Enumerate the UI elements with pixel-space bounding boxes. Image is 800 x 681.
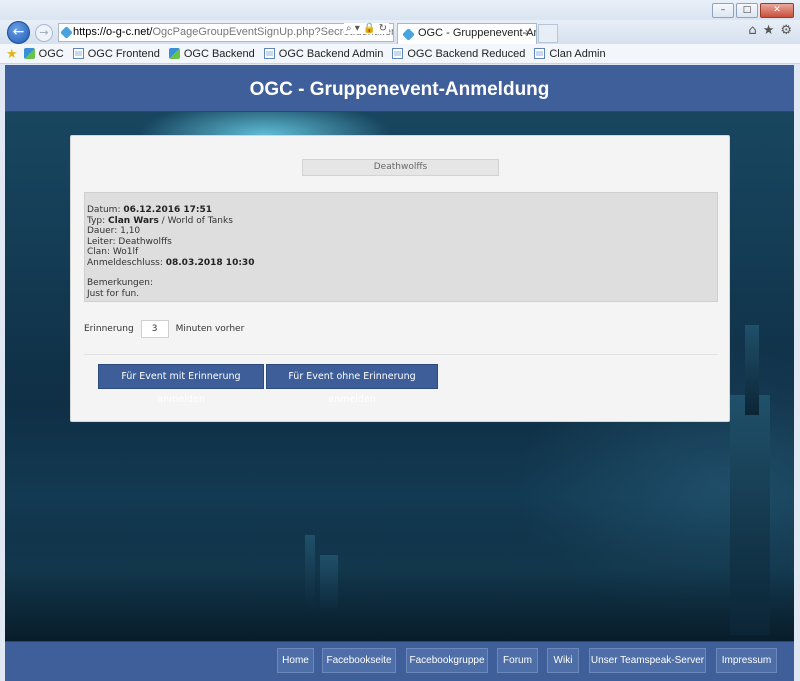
arrow-right-icon: → — [39, 26, 49, 39]
info-bemerkungen-label: Bemerkungen: — [87, 278, 154, 288]
favorite-ogc[interactable]: OGC — [23, 47, 64, 60]
favorites-star-icon[interactable]: ★ — [763, 23, 775, 38]
event-info-box: Datum: 06.12.2016 17:51 Typ: Clan Wars /… — [84, 192, 718, 302]
divider — [84, 354, 718, 355]
reminder-label: Erinnerung — [84, 324, 134, 334]
page-icon — [72, 48, 84, 59]
footer-link-home[interactable]: Home — [277, 648, 314, 673]
favorite-ogc-frontend[interactable]: OGC Frontend — [72, 47, 160, 60]
info-datum: Datum: 06.12.2016 17:51 — [87, 205, 213, 215]
group-name: Deathwolffs — [302, 159, 499, 176]
page-header: OGC - Gruppenevent-Anmeldung — [5, 65, 794, 112]
page-icon — [392, 48, 404, 59]
page-title: OGC - Gruppenevent-Anmeldung — [249, 79, 550, 100]
footer-link-teamspeak[interactable]: Unser Teamspeak-Server — [589, 648, 706, 673]
footer-link-facebookseite[interactable]: Facebookseite — [322, 648, 396, 673]
favorite-label: OGC — [38, 47, 64, 60]
info-dauer: Dauer: 1,10 — [87, 226, 141, 236]
minimize-button[interactable]: – — [712, 3, 734, 18]
settings-gear-icon[interactable]: ⚙ — [780, 23, 792, 38]
footer-link-forum[interactable]: Forum — [497, 648, 538, 673]
signup-with-reminder-button[interactable]: Für Event mit Erinnerung anmelden — [98, 364, 264, 405]
add-favorite-star-icon[interactable]: ★ — [6, 46, 18, 62]
favorite-clan-admin[interactable]: Clan Admin — [534, 47, 606, 60]
browser-tab[interactable]: OGC - Gruppenevent-Anm... × — [397, 23, 537, 44]
info-typ: Typ: Clan Wars / World of Tanks — [87, 215, 233, 226]
favorite-ogc-backend-admin[interactable]: OGC Backend Admin — [263, 47, 384, 60]
page-icon — [263, 48, 275, 59]
page-icon — [534, 48, 546, 59]
browser-navbar: ← → https://o-g-c.net/OgcPageGroupEventS… — [0, 20, 800, 44]
footer-link-wiki[interactable]: Wiki — [547, 648, 579, 673]
reminder-row: Erinnerung Minuten vorher — [84, 320, 244, 338]
background-cityscape — [5, 521, 794, 641]
favorite-label: OGC Backend Reduced — [407, 47, 526, 60]
close-window-button[interactable]: ✕ — [760, 3, 794, 18]
reminder-suffix: Minuten vorher — [175, 324, 245, 334]
web-page: OGC - Gruppenevent-Anmeldung Deathwolffs… — [5, 65, 794, 681]
signup-card: Deathwolffs Datum: 06.12.2016 17:51 Typ:… — [70, 135, 730, 422]
tab-title: OGC - Gruppenevent-Anm... — [418, 27, 536, 39]
background-spire — [320, 555, 338, 615]
new-tab-button[interactable] — [538, 24, 558, 43]
ogc-logo-icon — [23, 48, 35, 59]
footer-link-facebookgruppe[interactable]: Facebookgruppe — [406, 648, 488, 673]
address-tools[interactable]: ⌕ ▾ 🔒 ↻ — [344, 23, 389, 34]
favorite-ogc-backend-reduced[interactable]: OGC Backend Reduced — [392, 48, 525, 60]
browser-toolbar-icons: ⌂ ★ ⚙ — [748, 23, 792, 38]
address-domain: https://o-g-c.net/ — [73, 26, 153, 38]
ogc-logo-icon — [168, 48, 180, 59]
reminder-minutes-input[interactable] — [140, 320, 169, 338]
favorite-label: OGC Backend Admin — [278, 47, 384, 60]
footer-link-impressum[interactable]: Impressum — [716, 648, 777, 673]
background-spire — [305, 535, 315, 615]
arrow-left-icon: ← — [12, 24, 25, 40]
favorite-label: OGC Frontend — [87, 47, 160, 60]
tab-close-icon[interactable]: × — [525, 24, 531, 43]
page-footer: Home Facebookseite Facebookgruppe Forum … — [5, 641, 794, 681]
background-tower — [745, 325, 759, 415]
favorite-label: Clan Admin — [549, 47, 606, 60]
site-favicon-icon — [60, 26, 73, 39]
tab-favicon-icon — [402, 28, 415, 41]
favorite-ogc-backend[interactable]: OGC Backend — [168, 47, 255, 60]
window-titlebar: – □ ✕ — [0, 0, 800, 22]
info-clan: Clan: Wo1lf — [87, 247, 139, 257]
signup-without-reminder-button[interactable]: Für Event ohne Erinnerung anmelden — [266, 364, 438, 405]
info-leiter: Leiter: Deathwolffs — [87, 236, 172, 247]
home-icon[interactable]: ⌂ — [748, 23, 756, 38]
back-button[interactable]: ← — [7, 21, 30, 44]
background-tower — [730, 395, 770, 635]
info-bemerkungen-text: Just for fun. — [87, 288, 140, 299]
info-anmeldeschluss: Anmeldeschluss: 08.03.2018 10:30 — [87, 257, 255, 268]
window-controls: – □ ✕ — [712, 3, 794, 18]
favorites-bar: ★ OGC OGC Frontend OGC Backend OGC Backe… — [0, 44, 800, 64]
favorite-label: OGC Backend — [183, 47, 255, 60]
maximize-button[interactable]: □ — [736, 3, 758, 18]
forward-button[interactable]: → — [35, 24, 53, 42]
